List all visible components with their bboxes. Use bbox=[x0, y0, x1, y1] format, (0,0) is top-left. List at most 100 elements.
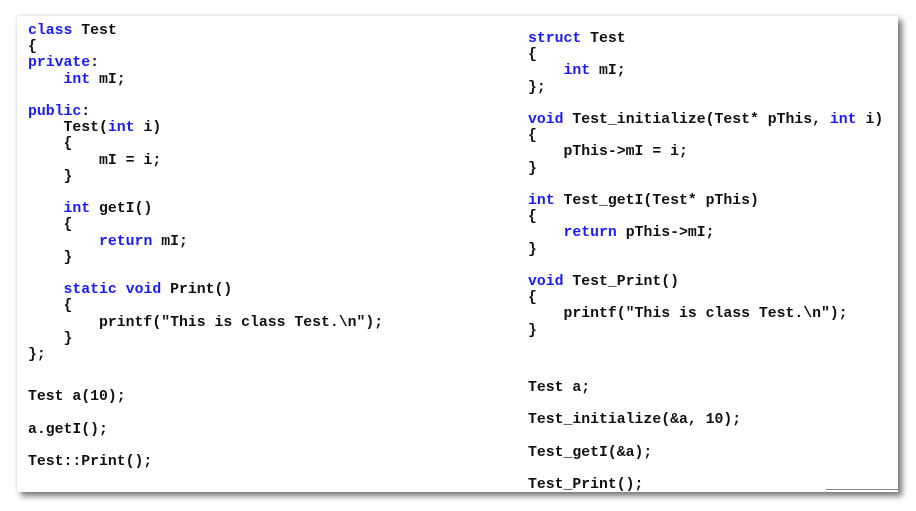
keyword: int bbox=[63, 201, 91, 218]
code-line: pThis->mI = i; bbox=[528, 144, 688, 160]
code-text: } bbox=[528, 322, 537, 339]
code-text: } bbox=[28, 168, 73, 185]
code-line: { bbox=[28, 298, 73, 315]
code-text: Test_getI(Test* pThis) bbox=[554, 193, 759, 209]
code-text: { bbox=[528, 290, 537, 307]
code-line: int mI; bbox=[28, 72, 126, 88]
keyword: void bbox=[528, 274, 564, 290]
keyword: int bbox=[528, 193, 555, 209]
keyword: int bbox=[107, 120, 135, 137]
keyword: static bbox=[63, 282, 117, 299]
code-line: }; bbox=[528, 80, 546, 96]
code-text: }; bbox=[528, 79, 546, 96]
code-line: } bbox=[528, 323, 537, 339]
code-line: return mI; bbox=[28, 234, 188, 250]
code-text: } bbox=[28, 330, 73, 347]
usage-line: Test a(10); bbox=[28, 389, 126, 405]
code-line: { bbox=[28, 39, 37, 55]
code-text: { bbox=[528, 209, 537, 226]
code-text: Test bbox=[72, 23, 117, 39]
code-line: printf("This is class Test.\n"); bbox=[528, 306, 848, 322]
code-comparison-panel: class Test{private: int mI; public: Test(… bbox=[17, 16, 898, 493]
code-line: int mI; bbox=[528, 63, 626, 79]
code-line: void Test_Print() bbox=[528, 274, 679, 290]
keyword: int bbox=[63, 71, 91, 88]
code-text: { bbox=[28, 136, 73, 153]
code-text: printf("This is class Test.\n"); bbox=[528, 306, 848, 323]
code-text: Test bbox=[581, 31, 626, 47]
code-text: i) bbox=[856, 112, 884, 128]
code-text: Print() bbox=[161, 282, 233, 299]
code-line: static void Print() bbox=[28, 282, 233, 299]
code-line: } bbox=[528, 161, 537, 177]
code-line: struct Test bbox=[528, 31, 626, 47]
usage-line: Test a; bbox=[528, 380, 591, 396]
code-line: Test(int i) bbox=[28, 120, 162, 137]
keyword: return bbox=[563, 225, 617, 242]
code-text: { bbox=[28, 217, 73, 234]
code-text: mI; bbox=[90, 71, 126, 88]
code-text: i) bbox=[134, 120, 162, 137]
keyword: void bbox=[125, 282, 162, 299]
keyword: class bbox=[28, 23, 73, 39]
code-text: } bbox=[528, 160, 537, 177]
code-line: private: bbox=[28, 55, 99, 71]
code-text: Test( bbox=[28, 120, 108, 137]
code-text: mI = i; bbox=[28, 152, 162, 169]
code-text: Test_initialize(Test* pThis, bbox=[563, 112, 830, 128]
code-text: pThis->mI; bbox=[616, 225, 715, 242]
usage-line: Test_Print(); bbox=[528, 476, 644, 493]
code-line: { bbox=[528, 290, 537, 306]
code-line: } bbox=[28, 249, 73, 266]
code-line: } bbox=[528, 242, 537, 258]
code-line: printf("This is class Test.\n"); bbox=[28, 315, 383, 331]
code-line: return pThis->mI; bbox=[528, 225, 715, 241]
code-text: printf("This is class Test.\n"); bbox=[28, 314, 384, 331]
code-line: { bbox=[528, 47, 537, 63]
code-line: { bbox=[28, 217, 73, 234]
divider bbox=[826, 489, 898, 490]
code-line: { bbox=[28, 136, 73, 153]
usage-line: Test_getI(&a); bbox=[528, 444, 653, 461]
code-text: mI; bbox=[590, 63, 626, 80]
code-text: { bbox=[528, 47, 537, 64]
code-line: } bbox=[28, 330, 73, 347]
code-line: mI = i; bbox=[28, 153, 161, 169]
code-text: }; bbox=[28, 347, 46, 363]
keyword: return bbox=[99, 233, 153, 250]
usage-line: Test_initialize(&a, 10); bbox=[528, 412, 742, 429]
code-text: getI() bbox=[90, 201, 153, 218]
code-text: : bbox=[81, 104, 91, 120]
code-text: { bbox=[528, 128, 537, 145]
keyword: private bbox=[28, 55, 91, 72]
code-line: void Test_initialize(Test* pThis, int i) bbox=[528, 112, 883, 128]
code-text: pThis->mI = i; bbox=[528, 144, 688, 161]
code-line: public: bbox=[28, 104, 90, 120]
code-line: class Test bbox=[28, 23, 117, 39]
keyword: public bbox=[28, 104, 82, 120]
code-text: } bbox=[528, 241, 537, 258]
usage-line: Test::Print(); bbox=[28, 454, 153, 470]
usage-line: a.getI(); bbox=[28, 421, 108, 438]
code-text: : bbox=[90, 55, 100, 72]
keyword: int bbox=[829, 112, 857, 128]
code-line: }; bbox=[28, 347, 46, 363]
code-line: } bbox=[28, 168, 73, 185]
keyword: void bbox=[528, 112, 564, 128]
code-line: int getI() bbox=[28, 201, 153, 218]
code-line: { bbox=[528, 128, 537, 144]
keyword: int bbox=[563, 63, 591, 80]
code-text: mI; bbox=[152, 233, 188, 250]
keyword: struct bbox=[528, 31, 582, 47]
code-line: int Test_getI(Test* pThis) bbox=[528, 193, 759, 209]
code-text: { bbox=[28, 39, 37, 56]
code-text: { bbox=[28, 298, 73, 315]
code-line: { bbox=[528, 209, 537, 225]
code-text: } bbox=[28, 249, 73, 266]
